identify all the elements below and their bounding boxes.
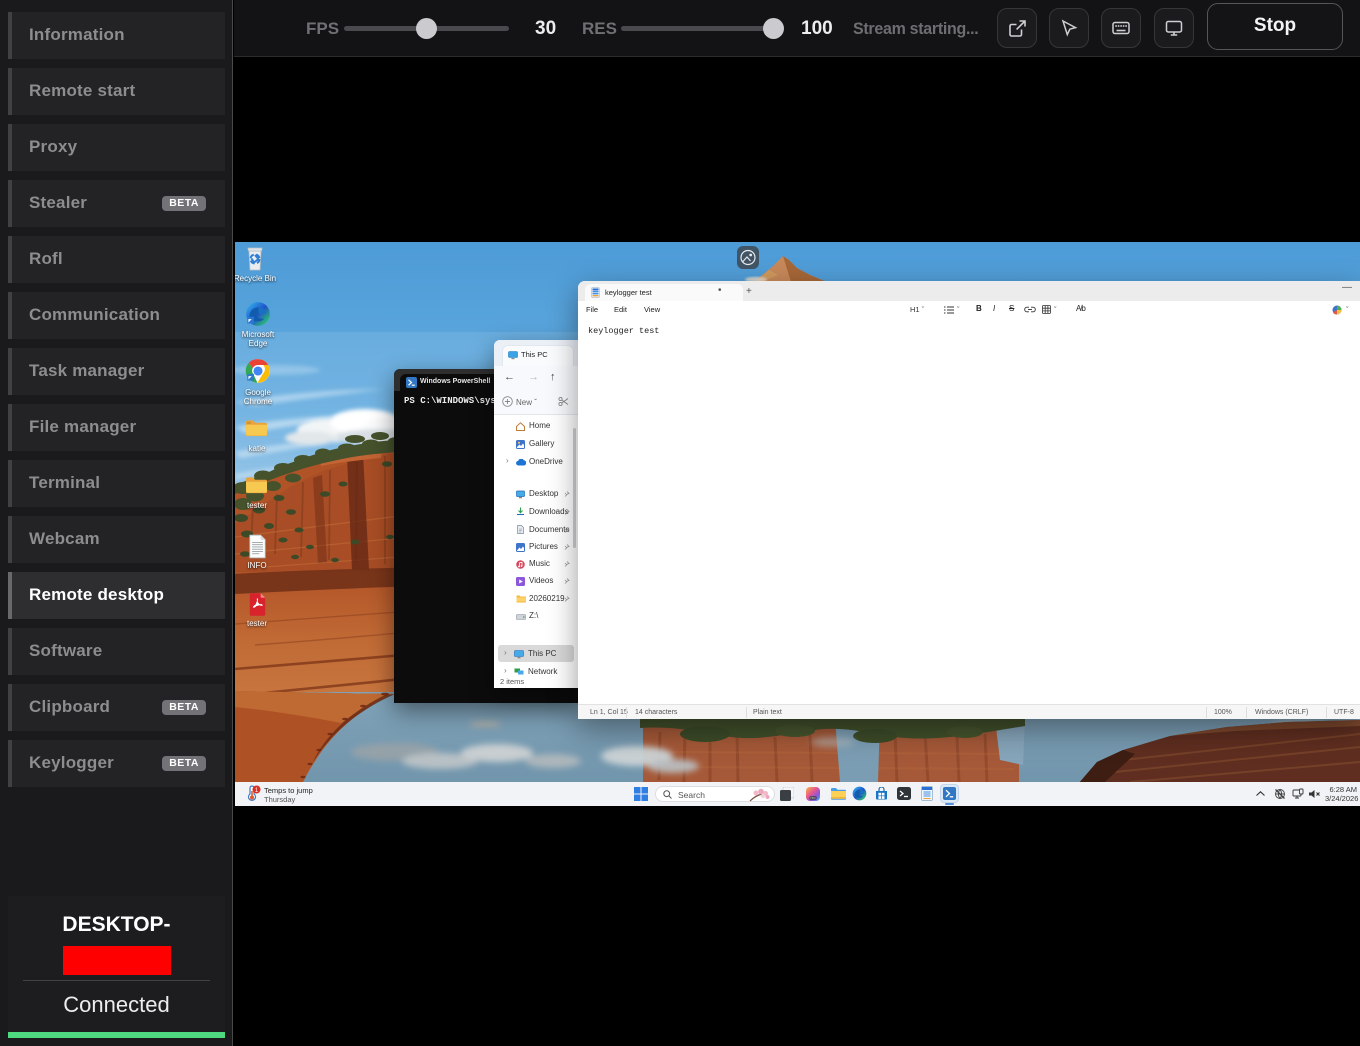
- svg-text:PRO: PRO: [810, 796, 816, 800]
